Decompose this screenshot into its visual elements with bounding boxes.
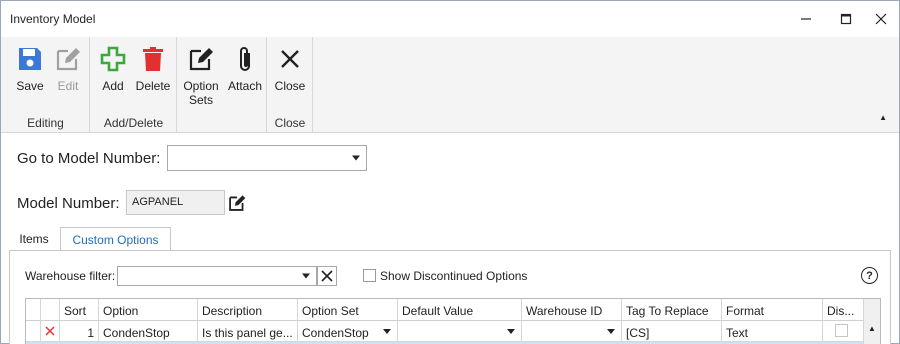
col-option[interactable]: Option (99, 299, 198, 320)
close-button[interactable]: Close (273, 43, 307, 93)
col-spacer (26, 299, 41, 320)
title-bar: Inventory Model (1, 1, 899, 37)
col-sort[interactable]: Sort (60, 299, 99, 320)
chevron-down-icon (607, 329, 615, 334)
edit-model-number-button[interactable] (226, 192, 248, 214)
delete-row-icon[interactable] (41, 321, 60, 341)
ribbon: Save Edit Editing Add Delete Add/Delete … (1, 37, 899, 133)
option-sets-label-line1: Option (183, 79, 219, 93)
clear-x-icon (321, 270, 333, 282)
goto-model-label: Go to Model Number: (17, 150, 161, 167)
cell-discontinued[interactable] (823, 321, 864, 341)
inventory-model-window: Inventory Model Save Edit Editing Add De… (0, 0, 900, 344)
col-format[interactable]: Format (722, 299, 823, 320)
show-discontinued-checkbox[interactable] (363, 269, 376, 282)
add-icon (98, 43, 128, 75)
edit-icon (53, 43, 83, 75)
table-row[interactable]: 1 CondenStop Is this panel ge... CondenS… (26, 321, 880, 342)
delete-button[interactable]: Delete (132, 43, 174, 93)
warehouse-filter-combo[interactable] (117, 266, 317, 286)
model-number-label: Model Number: (17, 195, 120, 212)
col-marker (41, 299, 60, 320)
chevron-down-icon (352, 155, 360, 161)
col-warehouse-id[interactable]: Warehouse ID (522, 299, 622, 320)
row-spacer (26, 321, 41, 341)
delete-icon (138, 43, 168, 75)
ribbon-group-options: Option Sets Attach (177, 37, 267, 133)
maximize-icon[interactable] (832, 7, 860, 31)
collapse-ribbon-icon[interactable]: ▲ (879, 113, 887, 122)
edit-button[interactable]: Edit (51, 43, 85, 93)
close-x-icon (275, 43, 305, 75)
col-option-set[interactable]: Option Set (298, 299, 398, 320)
group-label-close: Close (274, 116, 306, 130)
option-sets-icon (186, 43, 216, 75)
ribbon-group-add-delete: Add Delete Add/Delete (90, 37, 177, 133)
cell-format[interactable]: Text (722, 321, 823, 341)
cell-description[interactable]: Is this panel ge... (198, 321, 298, 341)
clear-filter-button[interactable] (317, 266, 337, 286)
group-label-add-delete: Add/Delete (103, 116, 164, 130)
option-sets-label-line2: Sets (188, 93, 213, 107)
ribbon-group-close: Close Close (267, 37, 313, 133)
save-icon (15, 43, 45, 75)
add-label: Add (102, 79, 124, 93)
help-icon[interactable]: ? (861, 267, 878, 284)
discontinued-checkbox[interactable] (835, 324, 848, 337)
col-description[interactable]: Description (198, 299, 298, 320)
paperclip-icon (230, 43, 260, 75)
chevron-down-icon (507, 329, 515, 334)
cell-warehouse-id[interactable] (522, 321, 622, 341)
option-sets-button[interactable]: Option Sets (181, 43, 221, 107)
goto-model-combo[interactable] (167, 145, 367, 171)
model-number-field[interactable]: AGPANEL (126, 190, 225, 215)
grid-header: Sort Option Description Option Set Defau… (26, 299, 880, 321)
col-discontinued[interactable]: Dis... (823, 299, 864, 320)
chevron-down-icon (383, 329, 391, 334)
col-tag-to-replace[interactable]: Tag To Replace (622, 299, 722, 320)
grid-scrollbar[interactable]: ▲ (863, 299, 880, 344)
custom-options-grid: Sort Option Description Option Set Defau… (25, 298, 881, 344)
tab-items[interactable]: Items (11, 227, 57, 251)
cell-tag-to-replace[interactable]: [CS] (622, 321, 722, 341)
cell-sort[interactable]: 1 (60, 321, 99, 341)
cell-default-value[interactable] (398, 321, 522, 341)
chevron-down-icon (302, 273, 310, 279)
edit-icon (229, 195, 246, 211)
cell-option-set-value: CondenStop (302, 326, 369, 340)
cell-option-set[interactable]: CondenStop (298, 321, 398, 341)
attach-button[interactable]: Attach (225, 43, 265, 93)
edit-label: Edit (57, 79, 79, 93)
minimize-icon[interactable] (792, 7, 820, 31)
attach-label: Attach (227, 79, 263, 93)
close-icon[interactable] (867, 7, 895, 31)
show-discontinued-label: Show Discontinued Options (380, 269, 528, 283)
ribbon-group-editing: Save Edit Editing (1, 37, 90, 133)
scroll-up-icon[interactable]: ▲ (868, 324, 876, 333)
add-button[interactable]: Add (98, 43, 128, 93)
warehouse-filter-label: Warehouse filter: (25, 269, 116, 283)
close-label: Close (274, 79, 306, 93)
save-label: Save (16, 79, 44, 93)
group-label-editing: Editing (27, 116, 64, 130)
col-default-value[interactable]: Default Value (398, 299, 522, 320)
cell-option[interactable]: CondenStop (99, 321, 198, 341)
save-button[interactable]: Save (13, 43, 47, 93)
tab-custom-options[interactable]: Custom Options (60, 227, 171, 251)
delete-label: Delete (135, 79, 171, 93)
window-title: Inventory Model (10, 12, 96, 26)
